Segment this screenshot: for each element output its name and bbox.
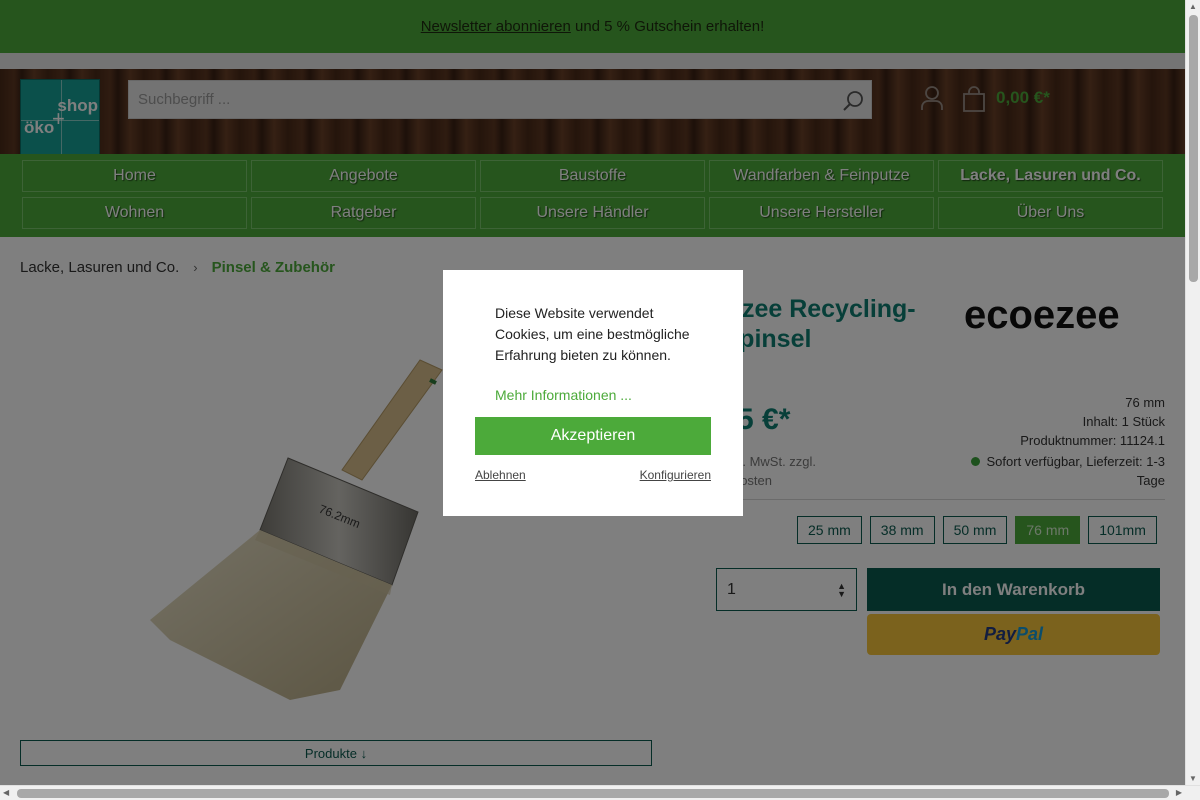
horizontal-scrollbar[interactable]: ◀ ▶: [0, 785, 1200, 800]
scroll-down-icon[interactable]: ▼: [1189, 774, 1197, 783]
cookie-modal: Diese Website verwendet Cookies, um eine…: [443, 270, 743, 516]
horizontal-scroll-thumb[interactable]: [17, 789, 1169, 798]
cookie-text: Diese Website verwendet Cookies, um eine…: [495, 305, 690, 363]
accept-button[interactable]: Akzeptieren: [475, 417, 711, 455]
scroll-left-icon[interactable]: ◀: [3, 788, 9, 797]
scroll-right-icon[interactable]: ▶: [1176, 788, 1182, 797]
vertical-scroll-thumb[interactable]: [1189, 15, 1198, 282]
scroll-up-icon[interactable]: ▲: [1189, 2, 1197, 11]
more-info-link[interactable]: Mehr Informationen ...: [495, 387, 632, 403]
configure-link[interactable]: Konfigurieren: [640, 468, 711, 482]
decline-link[interactable]: Ablehnen: [475, 468, 526, 482]
vertical-scrollbar[interactable]: ▲ ▼: [1185, 0, 1200, 785]
